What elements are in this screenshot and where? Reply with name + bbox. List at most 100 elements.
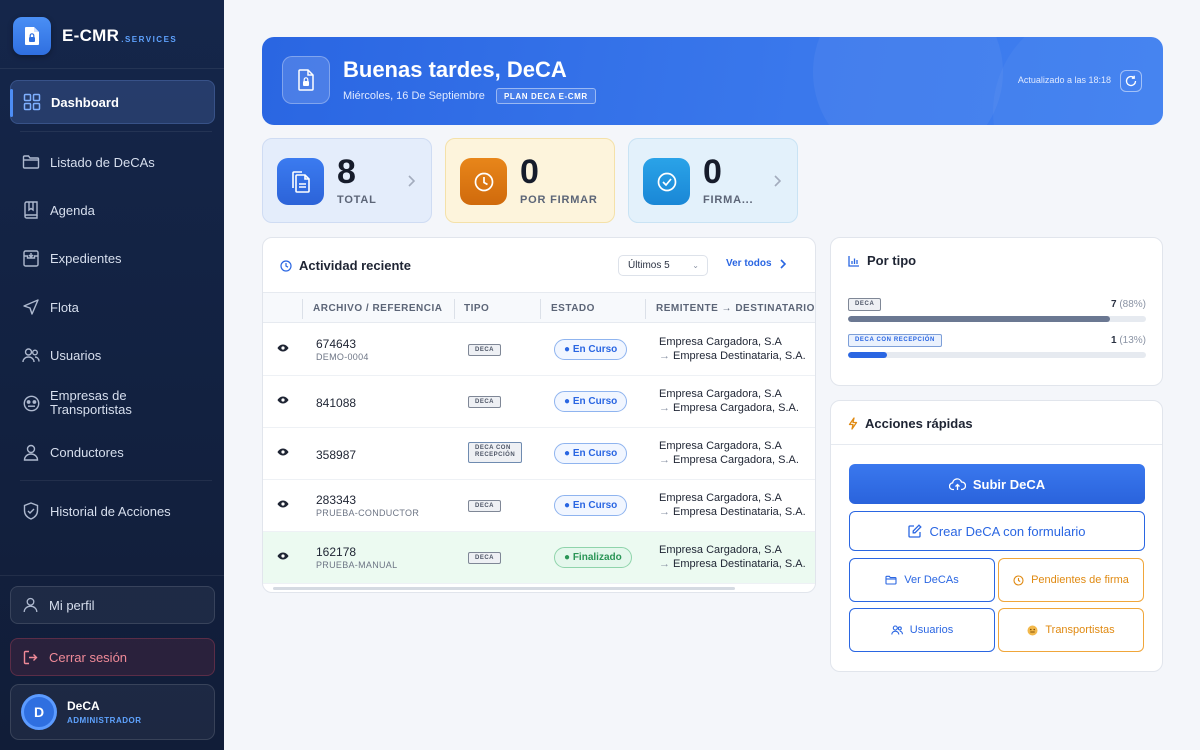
type-badge: DECA <box>468 500 502 512</box>
sidebar-item-label: Conductores <box>50 444 124 460</box>
by-type-panel: Por tipo DECA 7 (88%) DECA CON RECEPCIÓN… <box>830 237 1163 386</box>
horizontal-scrollbar[interactable] <box>273 587 735 590</box>
row-subreference: PRUEBA-CONDUCTOR <box>316 508 420 518</box>
column-header[interactable]: REMITENTE → DESTINATARIO <box>656 293 815 324</box>
status-text: En Curso <box>572 500 618 511</box>
recipient-text: Empresa Cargadora, S.A. <box>673 454 799 466</box>
eye-icon[interactable] <box>277 552 289 560</box>
table-row[interactable]: 674643 DEMO-0004 DECA ● En Curso Empresa… <box>263 324 815 376</box>
label-line-2: Transportistas <box>50 402 132 417</box>
see-all-link[interactable]: Ver todos <box>726 258 786 269</box>
stat-card-total[interactable]: 8 TOTAL <box>262 138 432 223</box>
sidebar-item-label: Listado de DeCAs <box>50 154 155 170</box>
status-badge: ● En Curso <box>554 391 628 412</box>
grid-icon <box>23 93 41 111</box>
sidebar-item-conductores[interactable]: Conductores <box>10 430 215 474</box>
panel-title: Acciones rápidas <box>848 416 973 431</box>
eye-icon[interactable] <box>277 448 289 456</box>
status-badge: ● Finalizado <box>554 547 632 568</box>
type-tag: DECA <box>848 298 882 311</box>
label-line-1: Empresas de <box>50 388 127 403</box>
row-sender: Empresa Cargadora, S.A <box>659 544 782 556</box>
divider <box>0 68 224 69</box>
sidebar-item-dashboard[interactable]: Dashboard <box>10 80 215 124</box>
column-separator <box>540 299 541 319</box>
eye-icon[interactable] <box>277 396 289 404</box>
chevron-down-icon: ⌄ <box>692 261 699 270</box>
button-label: Crear DeCA con formulario <box>929 523 1086 539</box>
sidebar-item-flota[interactable]: Flota <box>10 285 215 329</box>
brand[interactable]: E-CMR .SERVICES <box>13 17 177 55</box>
carriers-button[interactable]: Transportistas <box>998 608 1144 652</box>
type-progress-track <box>848 352 1146 358</box>
table-row[interactable]: 283343 PRUEBA-CONDUCTOR DECA ● En Curso … <box>263 480 815 532</box>
sidebar-item-label: Empresas de Transportistas <box>50 389 132 417</box>
user-card[interactable]: D DeCA ADMINISTRADOR <box>10 684 215 740</box>
divider <box>0 575 224 576</box>
users-icon <box>891 625 903 635</box>
sidebar-item-historial[interactable]: Historial de Acciones <box>10 489 215 533</box>
logout-label: Cerrar sesión <box>49 649 128 665</box>
recent-activity-panel: Actividad reciente Últimos 5 ⌄ Ver todos… <box>262 237 816 593</box>
create-form-button[interactable]: Crear DeCA con formulario <box>849 511 1145 551</box>
column-header[interactable]: ESTADO <box>551 293 595 324</box>
eye-icon[interactable] <box>277 500 289 508</box>
view-decas-button[interactable]: Ver DeCAs <box>849 558 995 602</box>
panel-title-text: Actividad reciente <box>299 258 411 273</box>
clock-icon <box>460 158 507 205</box>
welcome-banner: Buenas tardes, DeCA Miércoles, 16 De Sep… <box>262 37 1163 125</box>
company-icon <box>22 394 40 412</box>
page-title: Buenas tardes, DeCA <box>343 57 567 82</box>
chevron-right-icon <box>780 258 786 269</box>
sidebar-item-listado[interactable]: Listado de DeCAs <box>10 140 215 184</box>
stat-label: FIRMA... <box>703 194 754 206</box>
profile-button[interactable]: Mi perfil <box>10 586 215 624</box>
stat-card-por-firmar[interactable]: 0 POR FIRMAR <box>445 138 615 223</box>
bar-chart-icon <box>848 255 860 267</box>
logout-button[interactable]: Cerrar sesión <box>10 638 215 676</box>
chevron-right-icon <box>773 174 782 192</box>
row-sender: Empresa Cargadora, S.A <box>659 440 782 452</box>
stat-label: POR FIRMAR <box>520 194 598 206</box>
upload-deca-button[interactable]: Subir DeCA <box>849 464 1145 504</box>
user-icon <box>23 597 39 613</box>
edit-icon <box>908 524 923 538</box>
row-subreference: DEMO-0004 <box>316 352 369 362</box>
type-progress-fill <box>848 316 1111 322</box>
avatar: D <box>21 694 57 730</box>
folder-icon <box>885 575 897 585</box>
table-row[interactable]: 841088 DECA ● En Curso Empresa Cargadora… <box>263 376 815 428</box>
sidebar-item-agenda[interactable]: Agenda <box>10 188 215 232</box>
type-count: 1 (13%) <box>1111 335 1146 346</box>
sidebar-item-usuarios[interactable]: Usuarios <box>10 333 215 377</box>
sidebar-item-empresas-transportistas[interactable]: Empresas de Transportistas <box>10 383 215 423</box>
logout-icon <box>23 649 39 665</box>
see-all-label: Ver todos <box>726 258 772 269</box>
type-badge: DECA <box>468 344 502 356</box>
table-row[interactable]: 358987 DECA CON RECEPCIÓN ● En Curso Emp… <box>263 428 815 480</box>
column-header[interactable]: ARCHIVO / REFERENCIA <box>313 293 442 324</box>
clock-icon <box>1013 574 1024 586</box>
range-select[interactable]: Últimos 5 ⌄ <box>618 255 708 276</box>
row-sender: Empresa Cargadora, S.A <box>659 492 782 504</box>
stat-card-firmados[interactable]: 0 FIRMA... <box>628 138 798 223</box>
check-circle-icon <box>643 158 690 205</box>
status-text: En Curso <box>572 396 618 407</box>
stat-label: TOTAL <box>337 194 377 206</box>
pending-signature-button[interactable]: Pendientes de firma <box>998 558 1144 602</box>
column-separator <box>454 299 455 319</box>
row-subreference: PRUEBA-MANUAL <box>316 560 398 570</box>
arrow-right-icon: → <box>659 506 670 518</box>
sidebar-item-expedientes[interactable]: Expedientes <box>10 236 215 280</box>
current-date: Miércoles, 16 De Septiembre <box>343 90 485 102</box>
eye-icon[interactable] <box>277 344 289 352</box>
row-sender: Empresa Cargadora, S.A <box>659 388 782 400</box>
refresh-icon <box>1125 75 1137 87</box>
users-button[interactable]: Usuarios <box>849 608 995 652</box>
column-header[interactable]: TIPO <box>464 293 489 324</box>
refresh-button[interactable] <box>1120 70 1142 92</box>
book-icon <box>22 201 40 219</box>
range-select-value: Últimos 5 <box>628 260 670 271</box>
count-value: 7 <box>1110 299 1117 310</box>
table-row[interactable]: 162178 PRUEBA-MANUAL DECA ● Finalizado E… <box>263 532 815 584</box>
